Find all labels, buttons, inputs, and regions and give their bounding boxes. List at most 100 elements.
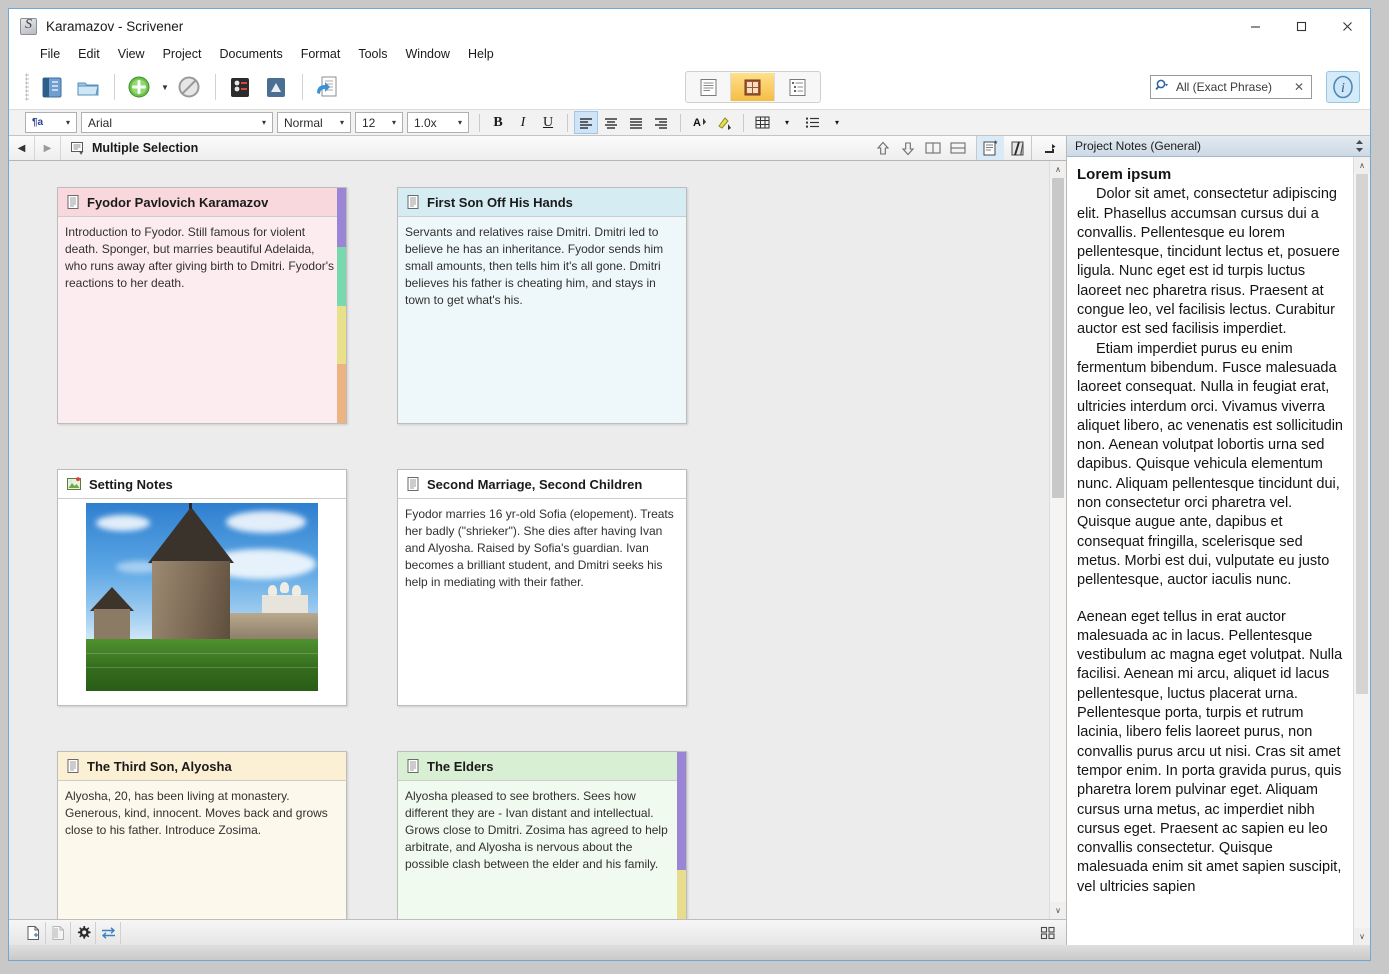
no-entry-icon[interactable]: [172, 70, 206, 104]
card-image-area[interactable]: [58, 499, 346, 705]
collections-icon[interactable]: [71, 70, 105, 104]
line-spacing-dropdown[interactable]: 1.0x ▾: [407, 112, 469, 133]
align-right-button[interactable]: [649, 111, 673, 134]
menu-view[interactable]: View: [109, 45, 154, 63]
new-card-button[interactable]: [21, 922, 46, 944]
nav-forward-button[interactable]: ▶: [35, 136, 61, 160]
editor-header-bar: ◀ ▶ Multiple Selection: [9, 136, 1066, 161]
card-size-icon[interactable]: [1035, 922, 1060, 944]
bold-button[interactable]: B: [486, 111, 510, 134]
menu-documents[interactable]: Documents: [210, 45, 291, 63]
scroll-thumb[interactable]: [1052, 178, 1064, 498]
menu-tools[interactable]: Tools: [349, 45, 396, 63]
notes-pane-toggle[interactable]: *: [977, 136, 1004, 160]
notes-header[interactable]: Project Notes (General): [1067, 136, 1370, 157]
menu-format[interactable]: Format: [292, 45, 350, 63]
table-caret-icon[interactable]: ▾: [775, 111, 799, 134]
minimize-button[interactable]: [1232, 9, 1278, 43]
corkboard-options-gear-button[interactable]: [71, 922, 96, 944]
split-vertical-icon[interactable]: [920, 136, 945, 160]
inspector-toggle-group: *: [976, 136, 1032, 160]
chevron-down-icon[interactable]: ▾: [256, 118, 272, 127]
index-card[interactable]: The Third Son, Alyosha Alyosha, 20, has …: [57, 751, 347, 919]
index-card[interactable]: Setting Notes: [57, 469, 347, 706]
search-input[interactable]: All (Exact Phrase) ✕: [1150, 75, 1312, 99]
notes-scroll-thumb[interactable]: [1356, 174, 1368, 694]
list-icon[interactable]: [800, 111, 824, 134]
card-synopsis[interactable]: Alyosha, 20, has been living at monaster…: [58, 781, 346, 919]
card-synopsis[interactable]: Alyosha pleased to see brothers. Sees ho…: [398, 781, 686, 919]
text-document-icon: [407, 195, 419, 209]
menu-project[interactable]: Project: [154, 45, 211, 63]
menu-edit[interactable]: Edit: [69, 45, 109, 63]
card-synopsis[interactable]: Servants and relatives raise Dmitri. Dmi…: [398, 217, 686, 423]
maximize-button[interactable]: [1278, 9, 1324, 43]
scroll-up-arrow[interactable]: ∧: [1050, 161, 1066, 178]
italic-button[interactable]: I: [511, 111, 535, 134]
search-icon[interactable]: [1155, 78, 1171, 97]
snapshot-pane-toggle[interactable]: [1004, 136, 1031, 160]
close-button[interactable]: [1324, 9, 1370, 43]
align-center-button[interactable]: [599, 111, 623, 134]
add-dropdown-caret[interactable]: ▼: [158, 83, 172, 92]
menu-help[interactable]: Help: [459, 45, 503, 63]
menu-file[interactable]: File: [31, 45, 69, 63]
chevron-down-icon[interactable]: ▾: [452, 118, 468, 127]
inspector-icon[interactable]: [223, 70, 257, 104]
go-down-icon[interactable]: [895, 136, 920, 160]
paragraph-style-dropdown[interactable]: ¶a ▾: [25, 112, 77, 133]
index-card[interactable]: The Elders Alyosha pleased to see brothe…: [397, 751, 687, 919]
split-horizontal-icon[interactable]: [945, 136, 970, 160]
corkboard-scrollbar[interactable]: ∧ ∨: [1049, 161, 1066, 919]
font-size-dropdown[interactable]: 12 ▾: [355, 112, 403, 133]
chevron-down-icon[interactable]: ▾: [60, 118, 76, 127]
toggle-arrange-button[interactable]: [96, 922, 121, 944]
font-family-dropdown[interactable]: Arial ▾: [81, 112, 273, 133]
index-card[interactable]: First Son Off His Hands Servants and rel…: [397, 187, 687, 424]
lock-icon[interactable]: [1032, 136, 1066, 160]
window-title: Karamazov - Scrivener: [46, 19, 183, 34]
go-to-parent-icon[interactable]: [870, 136, 895, 160]
text-color-button[interactable]: A: [687, 111, 711, 134]
notes-selector-spinner[interactable]: [1355, 139, 1364, 153]
notes-scroll-down-arrow[interactable]: ∨: [1354, 928, 1370, 945]
view-mode-outliner[interactable]: [775, 73, 819, 101]
scroll-track[interactable]: [1050, 178, 1066, 902]
list-caret-icon[interactable]: ▾: [825, 111, 849, 134]
view-mode-group: [685, 71, 821, 103]
align-left-button[interactable]: [574, 111, 598, 134]
underline-button[interactable]: U: [536, 111, 560, 134]
notes-scroll-track[interactable]: [1354, 174, 1370, 928]
notes-text-area[interactable]: Lorem ipsum Dolor sit amet, consectetur …: [1067, 157, 1353, 945]
inspector-info-icon[interactable]: i: [1326, 71, 1360, 103]
index-card[interactable]: Second Marriage, Second Children Fyodor …: [397, 469, 687, 706]
notes-scrollbar[interactable]: ∧ ∨: [1353, 157, 1370, 945]
add-icon[interactable]: [122, 70, 156, 104]
table-icon[interactable]: [750, 111, 774, 134]
quick-reference-icon[interactable]: [310, 70, 344, 104]
scrivener-icon: [20, 18, 37, 35]
font-size-value: 12: [356, 116, 381, 130]
search-value[interactable]: All (Exact Phrase): [1176, 80, 1291, 94]
card-synopsis[interactable]: Introduction to Fyodor. Still famous for…: [58, 217, 346, 423]
view-mode-scrivenings[interactable]: [687, 73, 731, 101]
search-clear-icon[interactable]: ✕: [1291, 80, 1307, 94]
chevron-down-icon[interactable]: ▾: [386, 118, 402, 127]
format-separator: [680, 114, 681, 132]
align-justify-button[interactable]: [624, 111, 648, 134]
new-child-card-button[interactable]: [46, 922, 71, 944]
binder-toggle-icon[interactable]: [35, 70, 69, 104]
view-mode-corkboard[interactable]: [731, 73, 775, 101]
menu-window[interactable]: Window: [397, 45, 459, 63]
chevron-down-icon[interactable]: ▾: [334, 118, 350, 127]
card-header: Second Marriage, Second Children: [398, 470, 686, 499]
nav-back-button[interactable]: ◀: [9, 136, 35, 160]
paragraph-format-dropdown[interactable]: Normal ▾: [277, 112, 351, 133]
compile-icon[interactable]: [259, 70, 293, 104]
index-card[interactable]: Fyodor Pavlovich Karamazov Introduction …: [57, 187, 347, 424]
corkboard[interactable]: Fyodor Pavlovich Karamazov Introduction …: [9, 161, 1049, 919]
scroll-down-arrow[interactable]: ∨: [1050, 902, 1066, 919]
card-synopsis[interactable]: Fyodor marries 16 yr-old Sofia (elopemen…: [398, 499, 686, 705]
highlight-button[interactable]: [712, 111, 736, 134]
notes-scroll-up-arrow[interactable]: ∧: [1354, 157, 1370, 174]
